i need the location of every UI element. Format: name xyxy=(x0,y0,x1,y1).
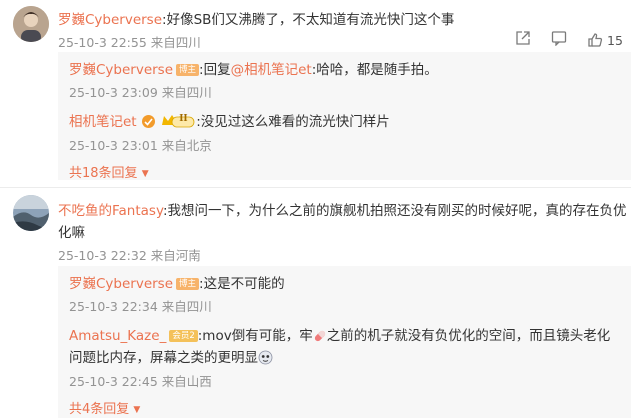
face-emoji-icon xyxy=(258,350,273,369)
reply-text-line2: 问题比内存，屏幕之类的更明显 xyxy=(69,350,258,366)
reply-time: 25-10-3 23:09 xyxy=(69,85,158,100)
comment-text-line2: 化嘛 xyxy=(58,225,85,241)
reply-list: 罗巍Cyberverse 博主:这是不可能的 25-10-3 22:34 来自四川… xyxy=(58,266,631,418)
reply-location: 来自四川 xyxy=(161,85,212,100)
comment-line: 不吃鱼的Fantasy:我想问一下，为什么之前的旗舰机拍照还没有刚买的时候好呢，… xyxy=(58,199,627,219)
pill-emoji-icon xyxy=(313,329,327,347)
orange-badge-icon xyxy=(141,114,156,133)
comment-time: 25-10-3 22:55 xyxy=(58,35,147,50)
like-button[interactable]: 15 xyxy=(587,32,623,48)
comment-line: 罗巍Cyberverse:好像SB们又沸腾了，不太知道有流光快门这个事 xyxy=(58,8,454,28)
reply-text-prefix: :回复 xyxy=(199,62,231,78)
reply-text-a: :mov倒有可能，牢 xyxy=(197,328,313,344)
more-replies-link[interactable]: 共18条回复 ▼ xyxy=(69,162,149,181)
reply-location: 来自北京 xyxy=(161,138,212,153)
more-replies-label: 共4条回复 xyxy=(69,402,130,417)
host-badge: 博主 xyxy=(176,64,200,76)
more-replies-link[interactable]: 共4条回复 ▼ xyxy=(69,398,140,417)
comment-location: 来自河南 xyxy=(150,248,201,263)
reply-text-suffix: :哈哈，都是随手拍。 xyxy=(311,62,438,78)
reply-line: 罗巍Cyberverse 博主:回复@相机笔记et:哈哈，都是随手拍。 xyxy=(69,58,438,78)
reply-time: 25-10-3 22:34 xyxy=(69,299,158,314)
comment-icon[interactable] xyxy=(551,30,567,50)
reply-line: Amatsu_Kaze_ 会员2:mov倒有可能，牢 之前的机子就没有负优化的空间… xyxy=(69,324,610,347)
mention-link[interactable]: @相机笔记et xyxy=(231,62,312,78)
reply-author[interactable]: 罗巍Cyberverse xyxy=(69,276,173,292)
reply-location: 来自四川 xyxy=(161,299,212,314)
comment-text: :好像SB们又沸腾了，不太知道有流光快门这个事 xyxy=(162,12,455,28)
caret-down-icon: ▼ xyxy=(141,169,149,179)
crown-level-icon: II xyxy=(160,113,196,133)
reply-text: :这是不可能的 xyxy=(199,276,285,292)
member-badge: 会员2 xyxy=(169,330,198,342)
more-replies-label: 共18条回复 xyxy=(69,166,138,181)
reply-author[interactable]: 相机笔记et xyxy=(69,114,137,130)
reply-time: 25-10-3 22:45 xyxy=(69,374,158,389)
comment-meta: 25-10-3 22:55 来自四川 xyxy=(58,32,201,51)
comment-text-line1: :我想问一下，为什么之前的旗舰机拍照还没有刚买的时候好呢，真的存在负优 xyxy=(162,203,627,219)
reply-line: 相机笔记et II :没见过这么难看的流光快门样片 xyxy=(69,110,390,133)
reply-meta: 25-10-3 23:09 来自四川 xyxy=(69,82,212,101)
comment-author[interactable]: 不吃鱼的Fantasy xyxy=(58,203,163,219)
reply-meta: 25-10-3 22:45 来自山西 xyxy=(69,371,212,390)
avatar[interactable] xyxy=(13,195,49,231)
level-label: II xyxy=(179,114,188,124)
divider xyxy=(0,187,631,188)
reply-line: 罗巍Cyberverse 博主:这是不可能的 xyxy=(69,272,285,292)
share-icon[interactable] xyxy=(515,30,531,50)
caret-down-icon: ▼ xyxy=(133,405,141,415)
reply-list: 罗巍Cyberverse 博主:回复@相机笔记et:哈哈，都是随手拍。 25-10… xyxy=(58,52,631,181)
reply-author[interactable]: 罗巍Cyberverse xyxy=(69,62,173,78)
like-count: 15 xyxy=(607,32,623,48)
comment-author[interactable]: 罗巍Cyberverse xyxy=(58,12,162,28)
reply-text: :没见过这么难看的流光快门样片 xyxy=(196,114,390,130)
comment-actions: 15 xyxy=(515,30,623,50)
reply-location: 来自山西 xyxy=(161,374,212,389)
reply-text-b: 之前的机子就没有负优化的空间，而且镜头老化 xyxy=(326,328,611,344)
avatar[interactable] xyxy=(13,6,49,42)
host-badge: 博主 xyxy=(176,278,200,290)
reply-meta: 25-10-3 23:01 来自北京 xyxy=(69,135,212,154)
comment-location: 来自四川 xyxy=(150,35,201,50)
reply-time: 25-10-3 23:01 xyxy=(69,138,158,153)
comment-time: 25-10-3 22:32 xyxy=(58,248,147,263)
reply-author[interactable]: Amatsu_Kaze_ xyxy=(69,328,166,344)
reply-meta: 25-10-3 22:34 来自四川 xyxy=(69,296,212,315)
comment-meta: 25-10-3 22:32 来自河南 xyxy=(58,245,201,264)
reply-line-2: 问题比内存，屏幕之类的更明显 xyxy=(69,346,273,369)
thumbs-up-icon xyxy=(588,33,603,47)
